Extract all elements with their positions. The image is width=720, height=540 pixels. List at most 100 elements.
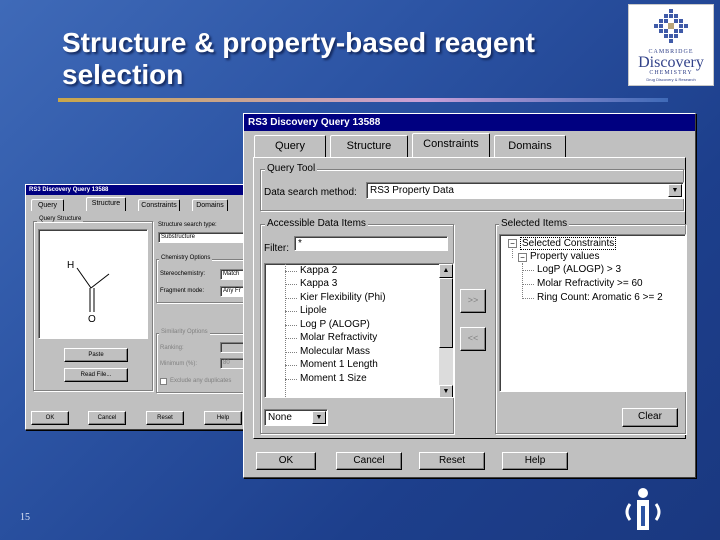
filter-value: * (298, 238, 302, 249)
list-item[interactable]: Log P (ALOGP) (300, 319, 370, 330)
back-cancel-button[interactable]: Cancel (88, 411, 126, 425)
reset-button[interactable]: Reset (419, 452, 485, 470)
atom-o-label: O (88, 314, 96, 325)
list-connector (285, 298, 297, 299)
back-tab-query[interactable]: Query (31, 199, 64, 211)
exclude-duplicates-checkbox[interactable] (160, 378, 167, 385)
read-file-button[interactable]: Read File... (64, 368, 128, 382)
paste-button[interactable]: Paste (64, 348, 128, 362)
chemistry-options-label: Chemistry Options (159, 255, 213, 261)
list-item[interactable]: Kappa 2 (300, 265, 337, 276)
list-connector (285, 271, 297, 272)
tree-connector (522, 298, 534, 299)
tree-connector (522, 270, 534, 271)
list-connector (285, 379, 297, 380)
scroll-up-icon[interactable]: ▲ (439, 264, 453, 278)
similarity-minimum-value: 80 (223, 360, 230, 366)
scroll-down-icon[interactable]: ▼ (439, 385, 453, 397)
stereochem-label: Stereochemistry: (160, 271, 206, 277)
chevron-down-icon[interactable]: ▼ (312, 411, 326, 424)
tree-connector (522, 284, 534, 285)
accessible-items-list[interactable]: Kappa 2 Kappa 3 Kier Flexibility (Phi) L… (264, 263, 454, 398)
list-item[interactable]: Molar Refractivity (300, 332, 377, 343)
accessible-items-label: Accessible Data Items (265, 218, 368, 229)
fragment-mode-label: Fragment mode: (160, 288, 205, 294)
back-tab-constraints[interactable]: Constraints (138, 199, 180, 211)
chevron-down-icon[interactable]: ▼ (668, 184, 682, 197)
similarity-minimum-label: Minimum (%): (160, 361, 197, 367)
help-button[interactable]: Help (502, 452, 568, 470)
tree-connector (512, 249, 513, 258)
list-item[interactable]: Moment 1 Size (300, 373, 367, 384)
list-item[interactable]: Kier Flexibility (Phi) (300, 292, 386, 303)
data-search-value: RS3 Property Data (370, 185, 454, 196)
data-search-select[interactable]: RS3 Property Data ▼ (366, 182, 684, 199)
ok-button[interactable]: OK (256, 452, 316, 470)
list-connector (285, 325, 297, 326)
list-connector (285, 338, 297, 339)
back-help-button[interactable]: Help (204, 411, 242, 425)
add-item-button[interactable]: >> (460, 289, 486, 313)
exclude-duplicates-label: Exclude any duplicates (170, 378, 232, 384)
filter-label: Filter: (264, 243, 289, 254)
page-number: 15 (20, 512, 30, 523)
tree-item[interactable]: LogP (ALOGP) > 3 (537, 264, 621, 275)
back-tab-structure[interactable]: Structure (86, 197, 126, 211)
tree-connector (522, 263, 523, 299)
tree-root-item[interactable]: Selected Constraints (520, 237, 617, 250)
search-type-label: Structure search type: (158, 222, 217, 228)
similarity-ranking-label: Ranking: (160, 345, 184, 351)
data-search-label: Data search method: (264, 187, 357, 198)
fragment-mode-value: Any Fr (223, 288, 241, 294)
list-connector (285, 365, 297, 366)
collapse-icon[interactable]: − (508, 239, 517, 248)
none-select[interactable]: None ▼ (264, 409, 328, 426)
logo-text-discovery: Discovery (638, 54, 704, 71)
back-ok-button[interactable]: OK (31, 411, 69, 425)
search-type-value: Substructure (161, 234, 196, 240)
main-dialog-titlebar[interactable]: RS3 Discovery Query 13588 (244, 114, 695, 131)
tree-item[interactable]: Molar Refractivity >= 60 (537, 278, 643, 289)
back-tab-domains[interactable]: Domains (192, 199, 228, 211)
filter-input[interactable]: * (294, 236, 448, 251)
list-item[interactable]: Kappa 3 (300, 278, 337, 289)
stereochem-value: Match (223, 271, 240, 277)
list-item[interactable]: Molecular Mass (300, 346, 370, 357)
title-divider (58, 98, 668, 102)
search-type-select[interactable]: Substructure (158, 232, 248, 243)
atom-h-label: H (67, 260, 75, 271)
tab-query[interactable]: Query (254, 135, 326, 158)
list-item[interactable]: Moment 1 Length (300, 359, 378, 370)
similarity-options-label: Similarity Options (159, 329, 210, 335)
tree-item[interactable]: Ring Count: Aromatic 6 >= 2 (537, 292, 663, 303)
collapse-icon[interactable]: − (518, 253, 527, 262)
structure-query-dialog: RS3 Discovery Query 13588 Query Structur… (25, 184, 251, 430)
cancel-button[interactable]: Cancel (336, 452, 402, 470)
tab-domains[interactable]: Domains (494, 135, 566, 158)
remove-item-button[interactable]: << (460, 327, 486, 351)
tab-constraints[interactable]: Constraints (412, 133, 490, 158)
accessible-list-scrollbar[interactable]: ▲ ▼ (439, 264, 453, 397)
selected-items-label: Selected Items (499, 218, 570, 229)
constraints-query-dialog: RS3 Discovery Query 13588 Query Structur… (243, 113, 696, 478)
logo-text-tagline: Drug Discovery & Research (646, 77, 696, 82)
tree-group-item[interactable]: Property values (530, 251, 599, 262)
list-connector (285, 311, 297, 312)
query-structure-label: Query Structure (37, 216, 84, 222)
back-reset-button[interactable]: Reset (146, 411, 184, 425)
company-figure-icon (625, 488, 661, 530)
slide-title: Structure & property-based reagent selec… (62, 27, 535, 90)
scroll-thumb[interactable] (439, 278, 453, 348)
list-item[interactable]: Lipole (300, 305, 327, 316)
logo-mark-icon (654, 9, 688, 43)
none-select-value: None (268, 412, 292, 423)
clear-button[interactable]: Clear (622, 408, 678, 427)
back-dialog-titlebar[interactable]: RS3 Discovery Query 13588 (26, 185, 250, 195)
structure-drawing-canvas[interactable]: H O (38, 229, 148, 339)
tab-structure[interactable]: Structure (330, 135, 408, 158)
cambridge-discovery-logo: CAMBRIDGE Discovery CHEMISTRY Drug Disco… (628, 4, 714, 86)
query-tool-label: Query Tool (265, 163, 318, 174)
list-connector (285, 352, 297, 353)
selected-items-tree[interactable]: − Selected Constraints − Property values… (499, 234, 686, 392)
list-connector (285, 284, 297, 285)
